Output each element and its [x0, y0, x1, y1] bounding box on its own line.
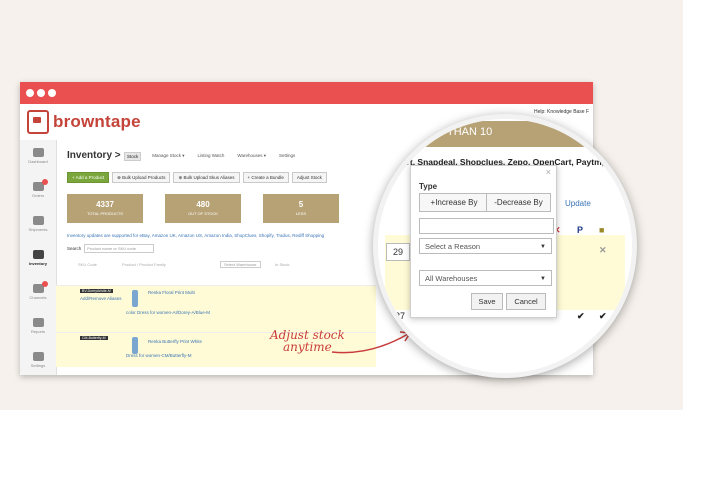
notification-badge [42, 281, 48, 287]
warehouse-select-value: All Warehouses [425, 274, 478, 283]
sku-tag: BV-DoreyArisite-M [80, 289, 113, 293]
check-icon: ✔ [577, 311, 585, 321]
tab-manage-stock[interactable]: Manage Stock ▾ [150, 152, 186, 161]
type-label: Type [419, 182, 438, 191]
product-thumbnail[interactable] [132, 337, 138, 354]
reports-icon [32, 318, 44, 327]
stock-quantity: 27 [395, 311, 406, 321]
dashboard-icon [32, 148, 44, 157]
marketplace-note: Inventory updates are supported for eBay… [67, 233, 325, 238]
adjust-stock-popup: × Type +Increase By -Decrease By Select … [410, 165, 557, 318]
channel-icon: ■ [599, 225, 605, 235]
reason-select[interactable]: Select a Reason ▼ [419, 238, 552, 254]
stat-less-than[interactable]: 5 LESS [263, 194, 339, 223]
product-thumbnail[interactable] [132, 290, 138, 307]
window-maximize-dot[interactable] [48, 89, 56, 97]
tab-settings[interactable]: Settings [277, 152, 297, 161]
sidebar-item-label: Channels [29, 295, 47, 300]
help-link[interactable]: Help: Knowledge Base F [534, 109, 589, 115]
sidebar-item-label: Settings [30, 363, 46, 368]
tab-bar: Stock Manage Stock ▾ Listing Watch Wareh… [124, 152, 306, 161]
search-bar: Search Product name or SKU code [67, 244, 155, 253]
chevron-down-icon: ▼ [540, 244, 546, 250]
warehouse-select[interactable]: All Warehouses ▼ [419, 270, 552, 286]
sidebar-item-label: Shipments [28, 227, 48, 232]
sidebar-item-shipments[interactable]: Shipments [20, 216, 56, 232]
stat-label: TOTAL PRODUCTS [87, 211, 123, 216]
sidebar-item-label: Dashboard [28, 159, 48, 164]
window-close-dot[interactable] [26, 89, 34, 97]
col-in-stock: In Stock [275, 262, 290, 267]
col-product: Product / Product Family [122, 262, 166, 267]
product-desc-link[interactable]: Dress for women-CM/Butterfly-M [126, 353, 192, 358]
sku-tag: CM-Butterfly-M [80, 336, 108, 340]
close-icon[interactable]: ✕ [599, 245, 607, 256]
quantity-input[interactable] [419, 218, 554, 234]
stat-total-products[interactable]: 4337 TOTAL PRODUCTS [67, 194, 143, 223]
tab-listing-watch[interactable]: Listing Watch [196, 152, 227, 161]
warehouse-select[interactable]: Select Warehouse [220, 261, 261, 268]
window-titlebar [20, 82, 593, 104]
stat-label: LESS [295, 211, 307, 216]
product-name-link[interactable]: Renka Butterfly Print White [148, 339, 202, 344]
increase-by-button[interactable]: +Increase By [419, 193, 489, 212]
paytm-icon: P [577, 225, 584, 235]
sidebar-item-inventory[interactable]: Inventory [20, 250, 56, 266]
search-label: Search [67, 246, 82, 251]
search-icon [32, 352, 44, 361]
create-bundle-button[interactable]: + Create a Bundle [242, 172, 289, 183]
stat-label: OUT OF STOCK [188, 211, 218, 216]
search-input[interactable]: Product name or SKU code [84, 244, 155, 253]
tab-warehouses[interactable]: Warehouses ▾ [235, 152, 268, 161]
sidebar-item-label: Reports [30, 329, 45, 334]
add-product-button[interactable]: + Add a Product [67, 172, 110, 183]
sidebar-item-channels[interactable]: Channels [20, 281, 56, 300]
stat-out-of-stock[interactable]: 480 OUT OF STOCK [165, 194, 241, 223]
notification-badge [42, 179, 48, 185]
stat-value: 5 [298, 200, 304, 209]
sidebar: Dashboard Orders Shipments Inventory Cha… [20, 140, 57, 375]
toolbar: + Add a Product ⊕ Bulk Upload Products ⊕… [67, 172, 330, 183]
bulk-upload-products-button[interactable]: ⊕ Bulk Upload Products [112, 172, 171, 183]
brand-logo[interactable]: browntape [27, 110, 141, 134]
cancel-button[interactable]: Cancel [506, 293, 546, 310]
product-desc-link[interactable]: color Dress for women-AI/Dorey-A/Blue-M [126, 310, 210, 315]
update-link[interactable]: Update [565, 199, 591, 208]
stat-value: 4337 [96, 200, 114, 209]
sidebar-item-orders[interactable]: Orders [20, 179, 56, 198]
save-button[interactable]: Save [471, 293, 503, 310]
adjust-stock-button[interactable]: Adjust Stock [291, 172, 327, 183]
product-name-link[interactable]: Renka Floral Print Multi [148, 290, 195, 295]
sidebar-item-settings[interactable]: Settings [20, 352, 56, 368]
logo-icon [27, 110, 49, 134]
logo-text: browntape [53, 112, 141, 131]
close-icon[interactable]: × [546, 167, 551, 177]
decrease-by-button[interactable]: -Decrease By [486, 193, 551, 212]
check-icon: ✔ [599, 311, 607, 321]
add-remove-aliases-link[interactable]: Add/Remove Aliases [80, 296, 122, 301]
truck-icon [32, 216, 44, 225]
stats-row: 4337 TOTAL PRODUCTS 480 OUT OF STOCK 5 L… [67, 194, 361, 223]
page-title: Inventory > [67, 150, 121, 161]
sidebar-item-label: Orders [31, 193, 45, 198]
stat-value: 480 [196, 200, 210, 209]
reason-select-value: Select a Reason [425, 242, 481, 251]
zoom-stat-header: THAN 10 [417, 121, 597, 147]
sidebar-item-label: Inventory [28, 261, 47, 266]
sidebar-item-reports[interactable]: Reports [20, 318, 56, 334]
window-minimize-dot[interactable] [37, 89, 45, 97]
sidebar-item-dashboard[interactable]: Dashboard [20, 148, 56, 164]
boxes-icon [32, 250, 44, 259]
bulk-upload-aliases-button[interactable]: ⊕ Bulk Upload Skus Aliases [173, 172, 240, 183]
chevron-down-icon: ▼ [540, 276, 546, 282]
col-sku-code: SKU Code [78, 262, 97, 267]
zoom-stat-text: THAN 10 [447, 126, 493, 138]
stock-quantity-field[interactable]: 29 [386, 243, 410, 261]
tab-stock[interactable]: Stock [124, 152, 142, 161]
